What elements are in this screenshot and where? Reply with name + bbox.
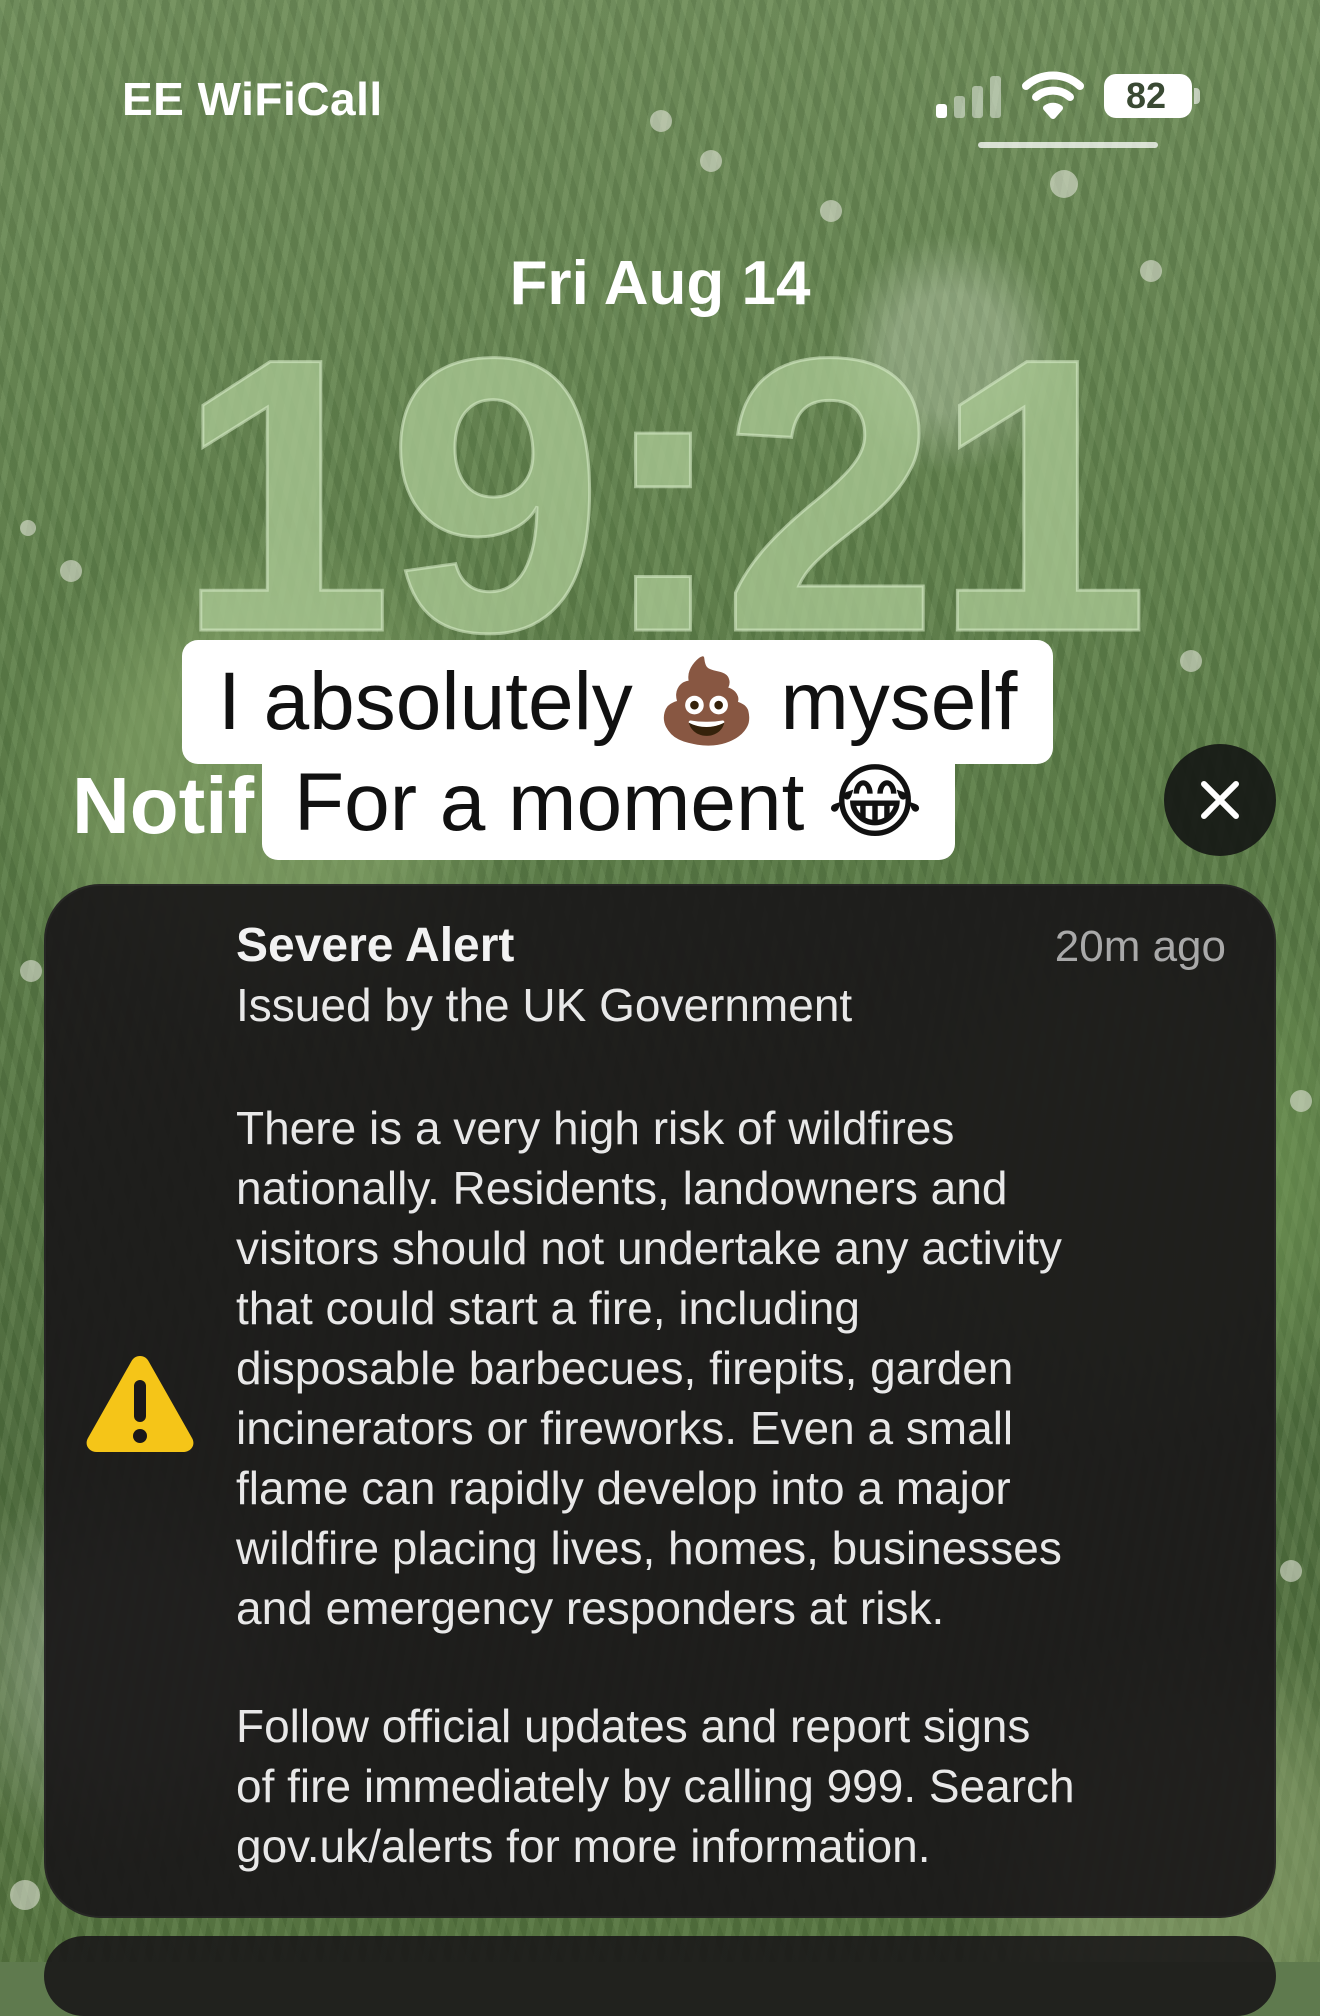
battery-cap [1194,88,1200,104]
next-notification-card[interactable] [44,1936,1276,2016]
notification-center-heading: Notif [72,761,255,850]
alert-issuer: Issued by the UK Government [236,979,853,1031]
alert-timestamp: 20m ago [1054,922,1226,971]
dynamic-island-indicator [978,142,1158,148]
wifi-icon [1022,70,1084,120]
caption-line-2: For a moment 😂 [262,746,955,860]
battery-level: 82 [1125,75,1167,116]
alert-body-paragraph-2: Follow official updates and report signs… [236,1700,1075,1872]
lock-screen-clock: 19:21 [175,277,1151,713]
clear-notifications-button[interactable] [1164,744,1276,856]
alert-body-paragraph-1: There is a very high risk of wildfires n… [236,1102,1062,1634]
alert-title: Severe Alert [236,919,515,972]
carrier-label: EE WiFiCall [122,73,383,125]
battery-indicator: 82 [1104,74,1192,118]
close-icon [1201,781,1239,819]
cellular-signal-icon [936,74,1004,118]
warning-triangle-icon [84,1350,196,1454]
